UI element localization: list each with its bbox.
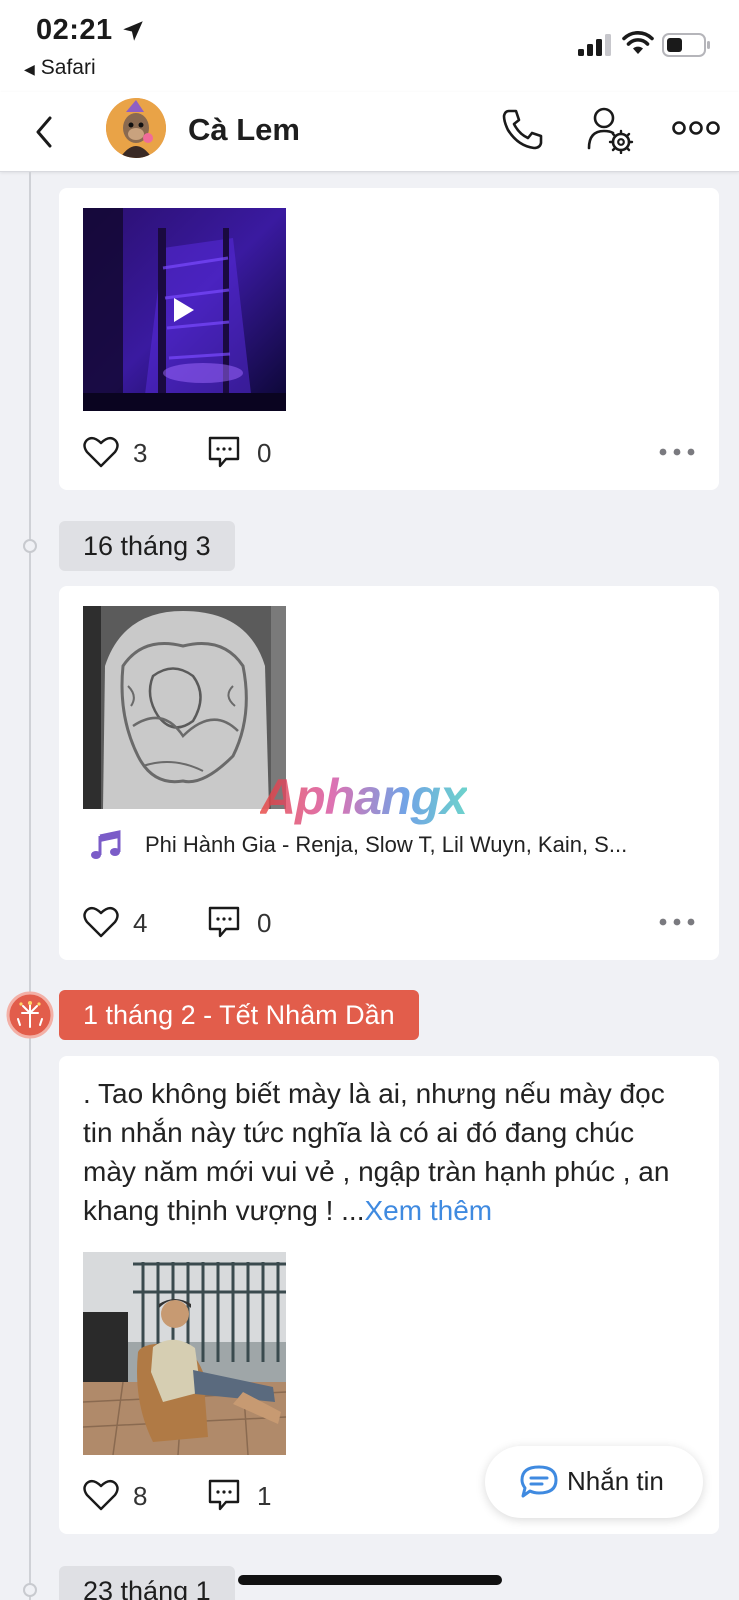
- music-note-icon: [91, 830, 121, 859]
- back-to-app-link[interactable]: ◀ Safari: [24, 56, 96, 80]
- heart-icon[interactable]: [83, 435, 119, 469]
- comment-count: 0: [257, 908, 272, 938]
- holiday-date-chip: 1 tháng 2 - Tết Nhâm Dần: [59, 990, 419, 1040]
- home-indicator: [238, 1575, 502, 1585]
- heart-icon[interactable]: [83, 1478, 119, 1512]
- date-chip: 23 tháng 1: [59, 1566, 235, 1600]
- post-actions: 4 0: [83, 903, 703, 943]
- like-count: 4: [133, 908, 148, 938]
- back-app-label: Safari: [40, 56, 96, 79]
- status-bar: 02:21 ◀ Safari: [0, 0, 739, 92]
- like-count: 3: [133, 438, 148, 468]
- timeline-dot: [23, 1583, 37, 1597]
- post-card[interactable]: 3 0: [59, 188, 719, 490]
- post-more-icon[interactable]: [659, 447, 695, 457]
- wifi-icon: [622, 31, 654, 54]
- play-icon: [174, 298, 194, 322]
- send-message-label: Nhắn tin: [567, 1466, 664, 1496]
- tattoo-photo-image: [83, 606, 286, 809]
- contact-name: Cà Lem: [188, 112, 300, 147]
- timeline-line: [29, 172, 31, 1600]
- video-thumbnail[interactable]: [83, 208, 286, 411]
- post-actions: 3 0: [83, 433, 703, 473]
- post-text: . Tao không biết mày là ai, nhưng nếu mà…: [83, 1074, 693, 1230]
- back-chevron-icon[interactable]: [28, 108, 60, 156]
- back-triangle-icon: ◀: [24, 61, 35, 77]
- like-count: 8: [133, 1481, 148, 1511]
- comment-icon[interactable]: [207, 905, 241, 939]
- battery-icon: [662, 33, 710, 57]
- more-options-icon[interactable]: [672, 116, 720, 140]
- send-message-button[interactable]: Nhắn tin: [485, 1446, 703, 1518]
- man-sitting-photo-image: [83, 1252, 286, 1455]
- see-more-link[interactable]: Xem thêm: [365, 1195, 493, 1226]
- phone-icon[interactable]: [500, 106, 546, 152]
- photo-thumbnail[interactable]: [83, 1252, 286, 1455]
- ape-avatar-icon: [106, 98, 166, 158]
- fireworks-icon: [6, 991, 54, 1039]
- comment-icon[interactable]: [207, 435, 241, 469]
- photo-thumbnail[interactable]: [83, 606, 286, 809]
- post-more-icon[interactable]: [659, 917, 695, 927]
- comment-count: 1: [257, 1481, 272, 1511]
- heart-icon[interactable]: [83, 905, 119, 939]
- music-row[interactable]: Phi Hành Gia - Renja, Slow T, Lil Wuyn, …: [83, 826, 703, 866]
- user-settings-icon[interactable]: [586, 104, 634, 154]
- profile-header: Cà Lem: [0, 92, 739, 172]
- location-arrow-icon: [123, 21, 143, 41]
- cellular-signal-icon: [578, 34, 611, 56]
- chat-bubble-icon: [520, 1465, 558, 1498]
- watermark: Aphangx: [260, 769, 468, 825]
- comment-icon[interactable]: [207, 1478, 241, 1512]
- comment-count: 0: [257, 438, 272, 468]
- music-title: Phi Hành Gia - Renja, Slow T, Lil Wuyn, …: [145, 832, 628, 857]
- status-time: 02:21: [36, 14, 113, 46]
- date-chip: 16 tháng 3: [59, 521, 235, 571]
- timeline-dot: [23, 539, 37, 553]
- avatar[interactable]: [106, 98, 166, 158]
